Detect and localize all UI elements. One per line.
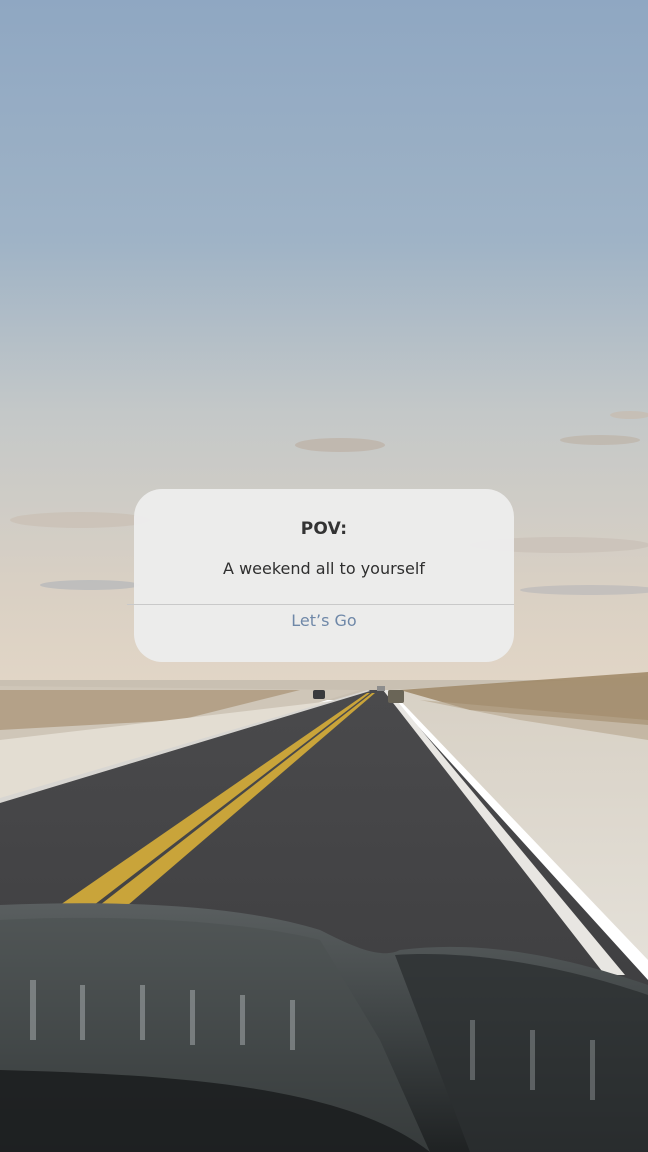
lets-go-button[interactable]: Let’s Go (134, 605, 514, 662)
dialog-title: POV: (300, 519, 348, 539)
pov-dialog: POV: A weekend all to yourself Let’s Go (127, 489, 514, 662)
lets-go-button-label: Let’s Go (291, 611, 357, 630)
story-screen: POV: A weekend all to yourself Let’s Go (0, 0, 648, 1152)
distant-car (313, 690, 325, 699)
dialog-message: A weekend all to yourself (223, 559, 425, 578)
distant-jeep (388, 690, 404, 703)
